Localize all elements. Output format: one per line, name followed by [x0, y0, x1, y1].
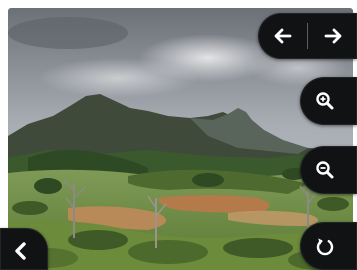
- rotate-button[interactable]: [300, 222, 357, 270]
- magnifier-minus-icon: [315, 161, 333, 179]
- zoom-out-button[interactable]: [300, 146, 357, 194]
- magnifier-plus-icon: [315, 92, 333, 110]
- next-photo-button[interactable]: [308, 13, 357, 59]
- previous-photo-button[interactable]: [258, 13, 307, 59]
- arrow-left-icon: [274, 28, 291, 44]
- photo-viewer: [0, 0, 357, 270]
- photo-navigation-control: [258, 13, 357, 59]
- back-button[interactable]: [0, 228, 48, 270]
- arrow-right-icon: [324, 28, 341, 44]
- rotate-icon: [316, 238, 333, 256]
- chevron-left-icon: [15, 242, 26, 260]
- zoom-in-button[interactable]: [300, 77, 357, 125]
